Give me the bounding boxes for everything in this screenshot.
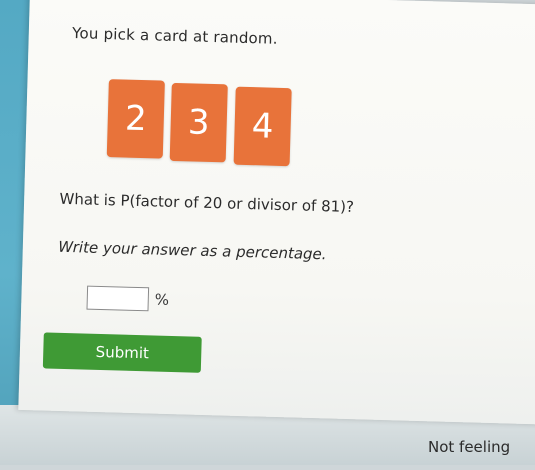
problem-prompt: You pick a card at random. [71,24,278,48]
problem-instruction: Write your answer as a percentage. [57,237,327,264]
not-feeling-link[interactable]: Not feeling [428,438,510,456]
question-content: You pick a card at random. 2 3 4 What is… [0,0,535,470]
problem-question: What is P(factor of 20 or divisor of 81)… [59,189,355,216]
card-3: 4 [233,86,292,167]
card-1: 2 [106,79,165,159]
submit-button[interactable]: Submit [42,332,202,373]
answer-input[interactable] [86,285,150,312]
percent-unit: % [154,290,170,309]
card-2: 3 [169,82,228,163]
